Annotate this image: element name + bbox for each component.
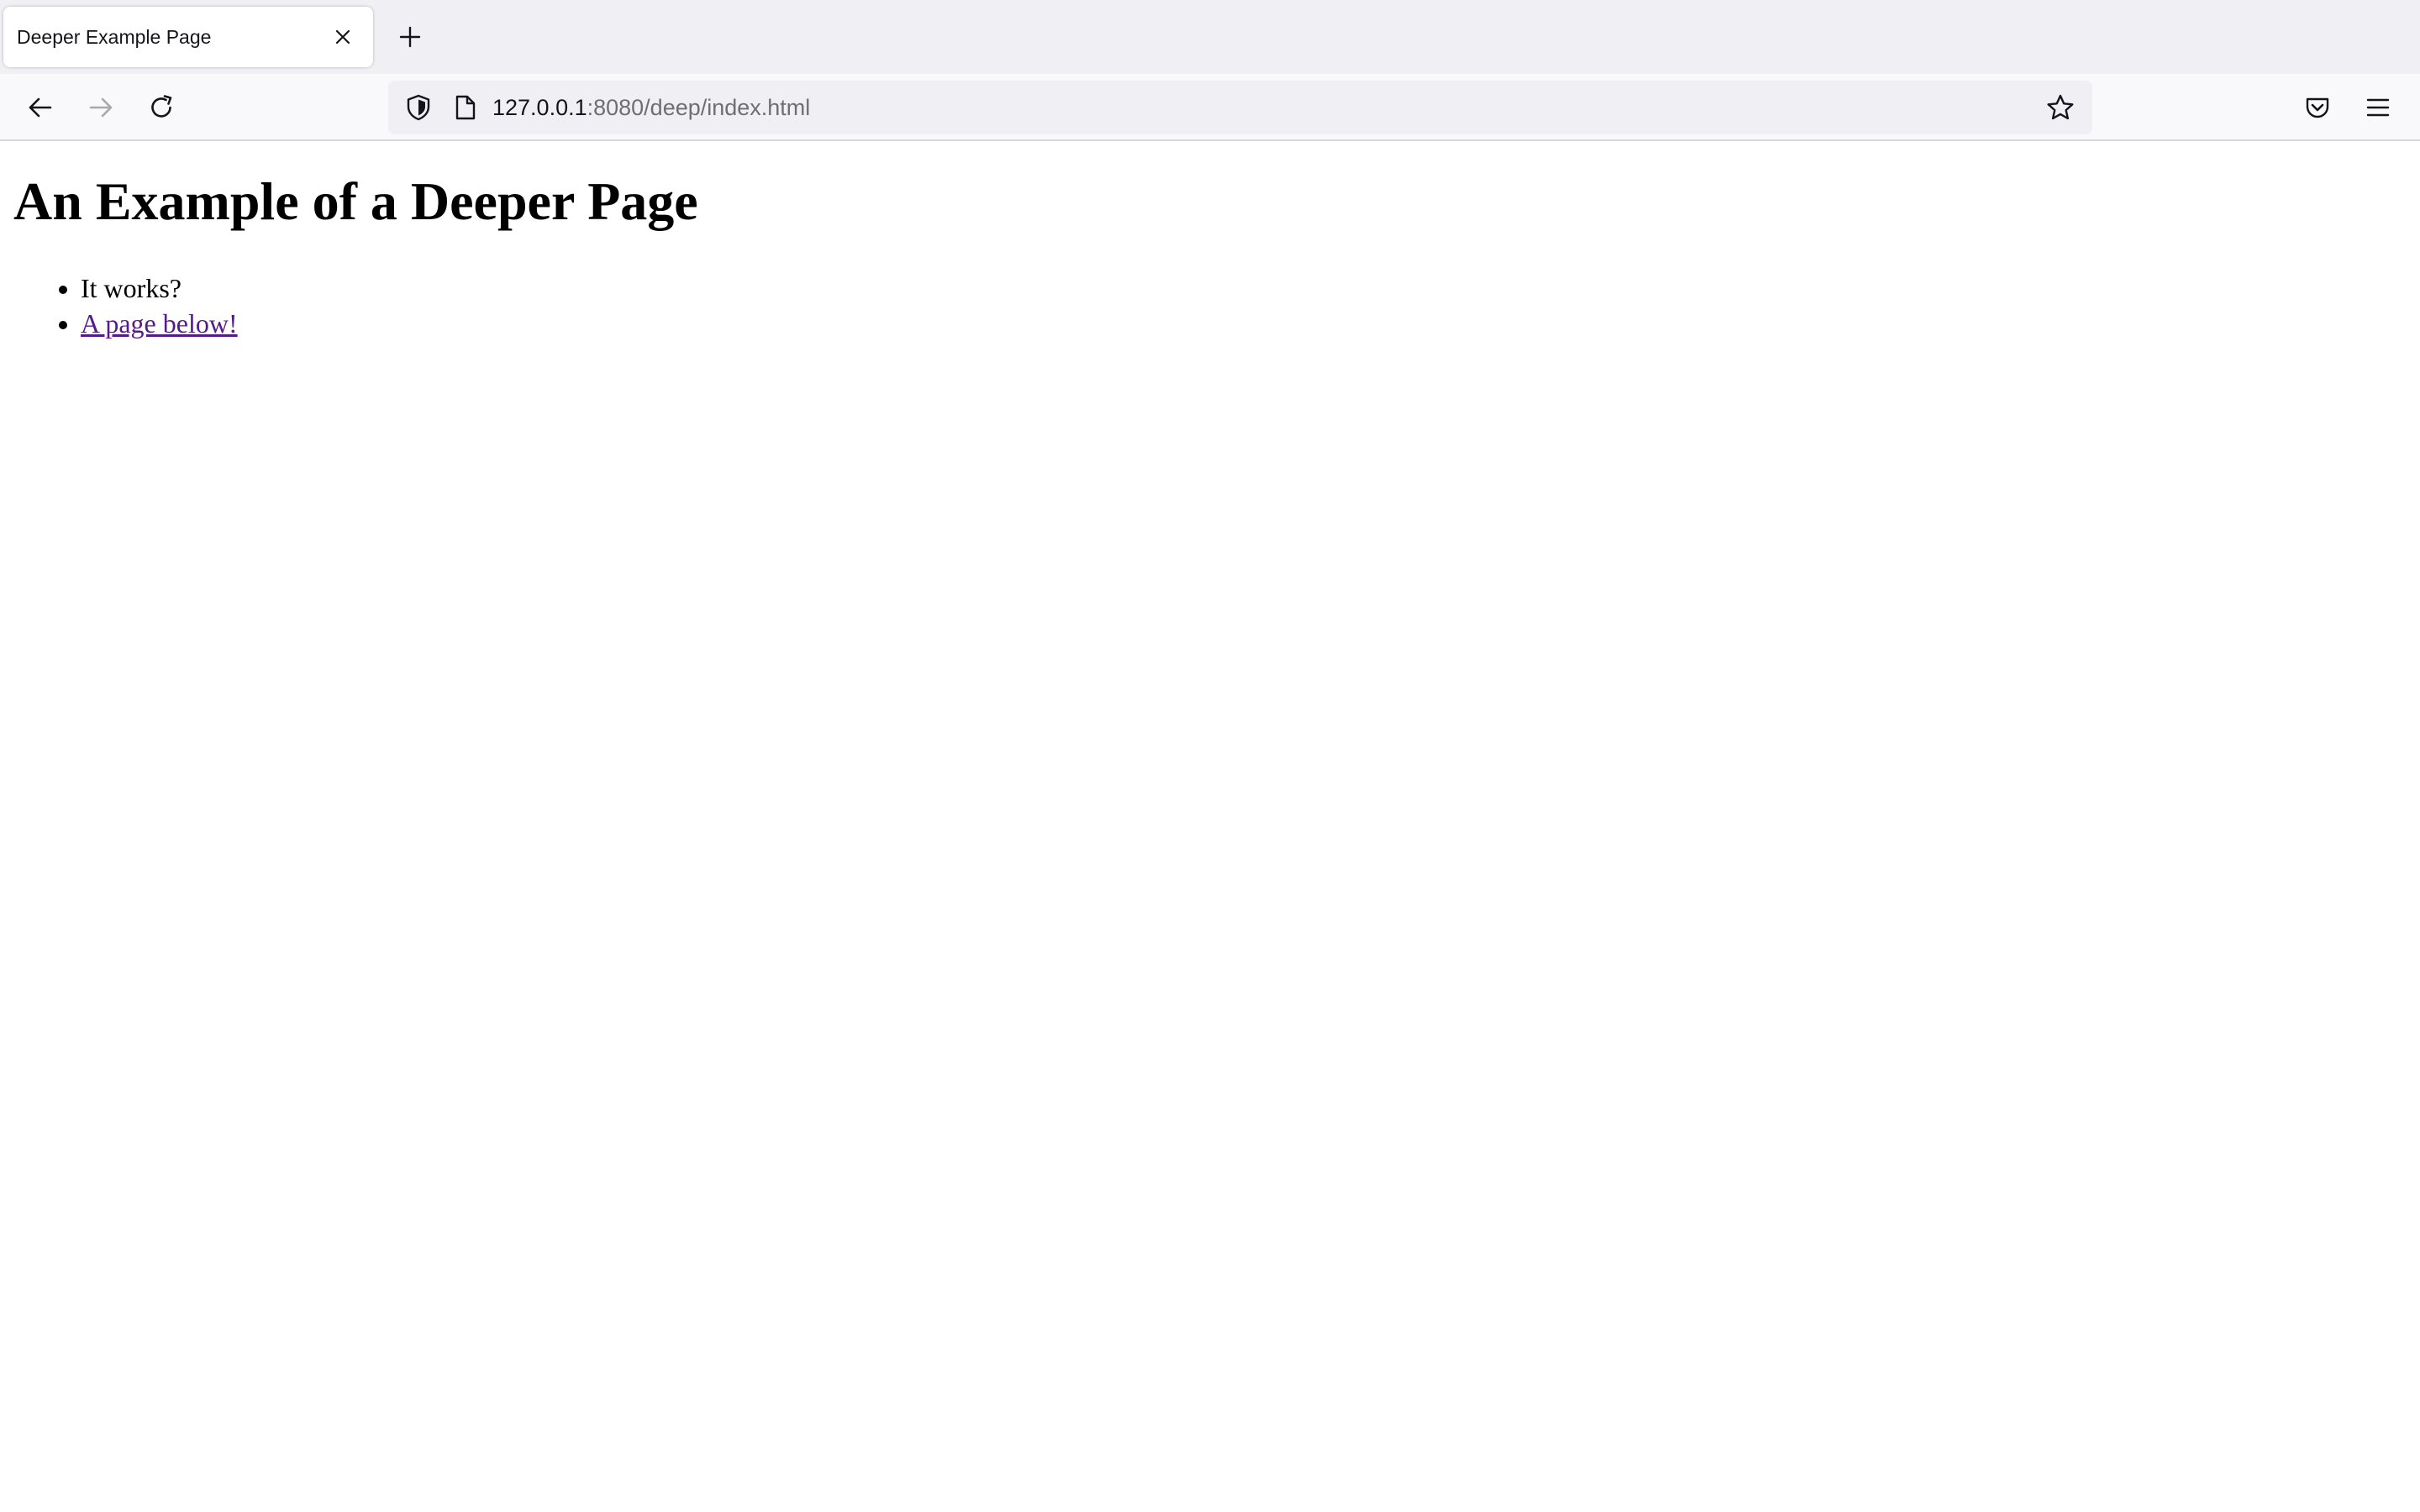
pocket-icon[interactable] xyxy=(2294,84,2341,131)
plus-icon[interactable] xyxy=(390,17,430,57)
close-icon[interactable] xyxy=(324,18,361,55)
page-icon[interactable] xyxy=(447,89,484,126)
page-list: It works? A page below! xyxy=(0,270,238,341)
tab-deeper-example-page[interactable]: Deeper Example Page xyxy=(3,7,373,67)
url-host: 127.0.0.1 xyxy=(492,95,587,120)
page-below-link[interactable]: A page below! xyxy=(81,308,238,339)
arrow-right-icon[interactable] xyxy=(77,84,124,131)
address-bar[interactable]: 127.0.0.1:8080/deep/index.html xyxy=(388,81,2092,134)
shield-icon[interactable] xyxy=(400,89,437,126)
page-heading: An Example of a Deeper Page xyxy=(13,171,698,231)
list-item-text: It works? xyxy=(81,273,182,303)
list-item: A page below! xyxy=(81,306,238,341)
navigation-toolbar: 127.0.0.1:8080/deep/index.html xyxy=(0,74,2420,141)
list-item: It works? xyxy=(81,270,238,306)
tab-title: Deeper Example Page xyxy=(17,25,212,48)
url-text[interactable]: 127.0.0.1:8080/deep/index.html xyxy=(492,81,810,134)
star-icon[interactable] xyxy=(2040,87,2081,128)
hamburger-menu-icon[interactable] xyxy=(2354,84,2402,131)
arrow-left-icon[interactable] xyxy=(17,84,64,131)
tab-strip: Deeper Example Page xyxy=(0,0,2420,74)
page-content: An Example of a Deeper Page It works? A … xyxy=(0,141,2420,1512)
reload-icon[interactable] xyxy=(138,84,185,131)
url-path: :8080/deep/index.html xyxy=(587,95,811,120)
